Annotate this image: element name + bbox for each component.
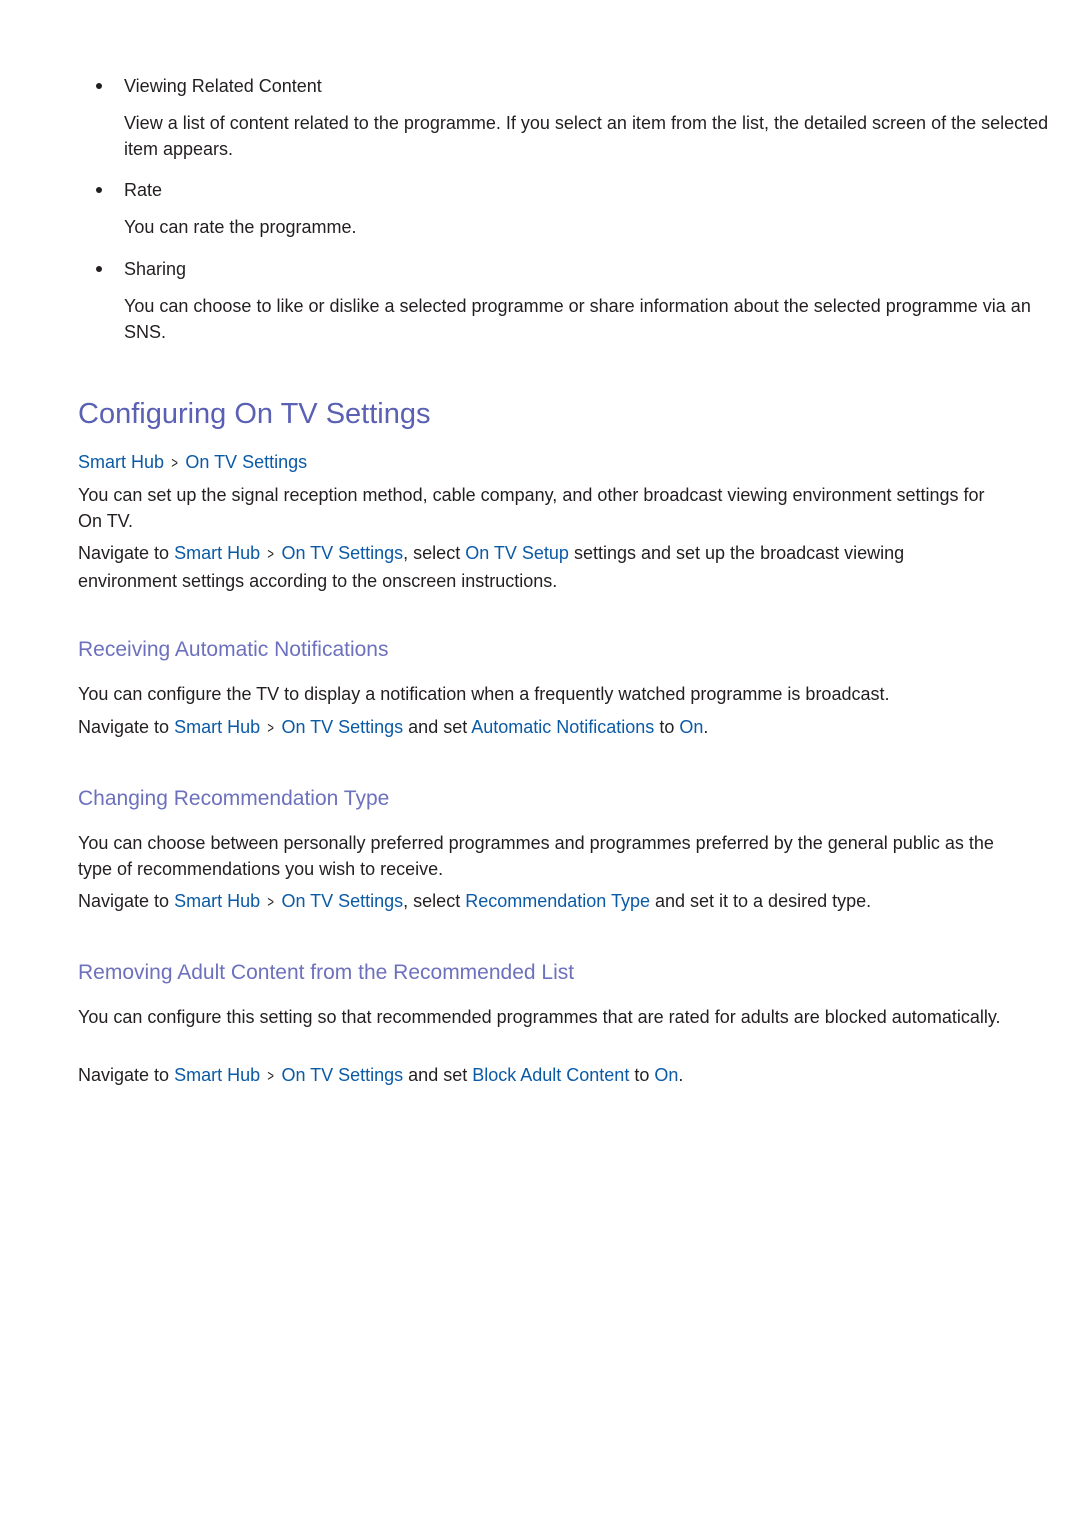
breadcrumb-on-tv-settings[interactable]: On TV Settings xyxy=(185,452,307,472)
navigate-mid: , select xyxy=(403,891,466,911)
navigate-instructions: Navigate to Smart Hub > On TV Settings, se… xyxy=(78,540,1008,594)
subsection-body: You can configure this setting so that r… xyxy=(78,1007,1001,1027)
link-smart-hub[interactable]: Smart Hub xyxy=(174,1065,260,1085)
bullet-title: Rate xyxy=(124,180,163,200)
subsection-title: Changing Recommendation Type xyxy=(78,787,390,810)
subsection-title: Receiving Automatic Notifications xyxy=(78,638,389,661)
bullet-body: View a list of content related to the pr… xyxy=(124,113,1049,159)
chevron-right-icon: > xyxy=(171,455,178,472)
bullet-item: Viewing Related Content View a list of c… xyxy=(78,73,1054,162)
navigate-prefix: Navigate to xyxy=(78,543,175,563)
bullet-item: Sharing You can choose to like or dislik… xyxy=(78,256,1054,345)
navigate-mid: and set xyxy=(403,1065,473,1085)
link-on-tv-settings[interactable]: On TV Settings xyxy=(281,891,403,911)
link-automatic-notifications[interactable]: Automatic Notifications xyxy=(471,717,654,737)
link-smart-hub[interactable]: Smart Hub xyxy=(174,891,260,911)
link-smart-hub[interactable]: Smart Hub xyxy=(174,717,260,737)
link-on-tv-settings[interactable]: On TV Settings xyxy=(281,543,403,563)
link-recommendation-type[interactable]: Recommendation Type xyxy=(465,891,650,911)
navigate-prefix: Navigate to xyxy=(78,717,175,737)
chevron-right-icon: > xyxy=(267,720,275,737)
bullet-body: You can rate the programme. xyxy=(124,217,357,237)
subsection-body: You can choose between personally prefer… xyxy=(78,833,994,879)
bullet-body: You can choose to like or dislike a sele… xyxy=(124,296,1031,342)
navigate-prefix: Navigate to xyxy=(78,1065,175,1085)
bullet-title: Viewing Related Content xyxy=(124,76,322,96)
navigate-instructions: Navigate to Smart Hub > On TV Settings, se… xyxy=(78,888,1008,916)
breadcrumb: Smart Hub > On TV Settings xyxy=(78,450,307,476)
link-on-tv-settings[interactable]: On TV Settings xyxy=(281,1065,403,1085)
navigate-to: to xyxy=(629,1065,655,1085)
chevron-right-icon: > xyxy=(267,1068,275,1085)
subsection-body: You can configure the TV to display a no… xyxy=(78,684,890,704)
navigate-to: to xyxy=(654,717,680,737)
bullet-dot-icon xyxy=(96,266,102,272)
chevron-right-icon: > xyxy=(267,894,275,911)
chevron-right-icon: > xyxy=(267,546,275,563)
navigate-suffix: and set it to a desired type. xyxy=(649,891,872,911)
breadcrumb-smart-hub[interactable]: Smart Hub xyxy=(78,452,164,472)
navigate-mid: , select xyxy=(403,543,466,563)
navigate-instructions: Navigate to Smart Hub > On TV Settings and… xyxy=(78,1062,1008,1090)
link-on-tv-setup[interactable]: On TV Setup xyxy=(465,543,569,563)
section-intro: You can set up the signal reception meth… xyxy=(78,485,985,531)
link-block-adult-content[interactable]: Block Adult Content xyxy=(472,1065,629,1085)
link-on-tv-settings[interactable]: On TV Settings xyxy=(281,717,403,737)
bullet-dot-icon xyxy=(96,83,102,89)
bullet-item: Rate You can rate the programme. xyxy=(78,177,1054,240)
section-title: Configuring On TV Settings xyxy=(78,398,431,430)
subsection-title: Removing Adult Content from the Recommen… xyxy=(78,961,575,984)
bullet-dot-icon xyxy=(96,187,102,193)
navigate-instructions: Navigate to Smart Hub > On TV Settings and… xyxy=(78,714,1008,742)
link-on-value[interactable]: On xyxy=(654,1065,678,1085)
navigate-prefix: Navigate to xyxy=(78,891,175,911)
link-on-value[interactable]: On xyxy=(679,717,703,737)
navigate-mid: and set xyxy=(403,717,472,737)
bullet-title: Sharing xyxy=(124,259,187,279)
navigate-end: . xyxy=(678,1065,684,1085)
navigate-end: . xyxy=(703,717,709,737)
link-smart-hub[interactable]: Smart Hub xyxy=(174,543,260,563)
